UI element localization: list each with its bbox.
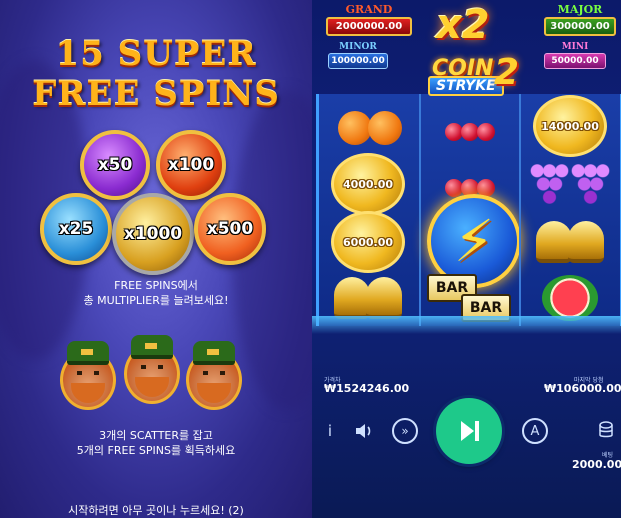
leprechaun-scatter-icon xyxy=(124,335,180,404)
reel-glow xyxy=(312,316,621,334)
multiplier-coin-x25: x25 xyxy=(40,193,112,265)
promo-panel[interactable]: 15 SUPER FREE SPINS x50 x100 x25 x1000 x… xyxy=(0,0,312,518)
cherry-icon xyxy=(477,123,495,141)
leprechaun-scatter-icon xyxy=(60,341,116,410)
win-multiplier: x2 xyxy=(436,2,490,48)
reel-3: 14000.00 xyxy=(519,94,619,326)
promo-desc-line2: 총 MULTIPLIER를 늘려보세요! xyxy=(83,294,229,307)
bet-value[interactable]: 2000.00 xyxy=(572,458,621,471)
game-panel: GRAND 2000000.00 MAJOR 300000.00 MINOR 1… xyxy=(312,0,621,518)
bell-icon xyxy=(366,277,402,319)
major-label: MAJOR xyxy=(557,3,603,16)
logo-stryke-text: STRYKE xyxy=(428,76,504,96)
logo-number: 2 xyxy=(494,52,520,93)
multiplier-coin-x1000: x1000 xyxy=(112,193,194,275)
coins-stack-icon[interactable] xyxy=(598,420,614,440)
mini-value: 50000.00 xyxy=(544,53,606,69)
coin-value: 6000.00 xyxy=(331,211,405,273)
coin-symbol: 14000.00 xyxy=(529,95,611,157)
continue-prompt[interactable]: 시작하려면 아무 곳이나 누르세요! (2) xyxy=(0,503,312,518)
jackpot-grand: GRAND 2000000.00 xyxy=(326,3,412,36)
sound-icon[interactable] xyxy=(352,420,376,442)
bell-symbol xyxy=(529,214,611,270)
bell-icon xyxy=(568,221,604,263)
multiplier-coin-x100: x100 xyxy=(156,130,226,200)
cherry-symbol xyxy=(429,104,511,160)
grape-icon xyxy=(529,162,570,206)
orange-icon xyxy=(338,111,372,145)
bell-icon xyxy=(536,221,572,263)
multiplier-coin-x50: x50 xyxy=(80,130,150,200)
reel-2: ⚡ BAR BAR xyxy=(419,94,521,326)
minor-value: 100000.00 xyxy=(328,53,388,69)
last-win-value: ₩106000.00 xyxy=(544,382,621,395)
leprechaun-scatter-icon xyxy=(186,341,242,410)
balance-value: ₩1524246.00 xyxy=(324,382,410,395)
mini-label: MINI xyxy=(561,42,589,52)
turbo-icon[interactable]: » xyxy=(392,418,418,444)
coin-value: 14000.00 xyxy=(533,95,607,157)
promo-title-line2: FREE SPINS xyxy=(32,74,280,114)
promo-desc-line1: FREE SPINS에서 xyxy=(114,279,198,292)
multiplier-coin-x500: x500 xyxy=(194,193,266,265)
grape-icon xyxy=(570,162,611,206)
watermelon-icon xyxy=(542,275,598,321)
scatter-desc-line1: 3개의 SCATTER를 잡고 xyxy=(99,429,213,442)
autoplay-icon[interactable]: A xyxy=(522,418,548,444)
jackpot-minor: MINOR 100000.00 xyxy=(328,42,388,69)
promo-title-line1: 15 SUPER xyxy=(55,34,257,74)
scatter-desc-line2: 5개의 FREE SPINS를 획득하세요 xyxy=(76,444,236,457)
spin-button[interactable] xyxy=(436,398,502,464)
reel-1: 4000.00 6000.00 xyxy=(319,94,417,326)
major-value: 300000.00 xyxy=(544,17,616,36)
jackpot-mini: MINI 50000.00 xyxy=(544,42,606,69)
coin-value: 4000.00 xyxy=(331,153,405,215)
coin-symbol: 6000.00 xyxy=(327,211,409,273)
jackpot-major: MAJOR 300000.00 xyxy=(544,3,616,36)
coin-symbol: 4000.00 xyxy=(327,153,409,215)
minor-label: MINOR xyxy=(339,42,377,52)
orange-icon xyxy=(368,111,402,145)
bell-icon xyxy=(334,277,370,319)
orange-symbol xyxy=(327,100,409,156)
reel-grid: 4000.00 6000.00 ⚡ BAR BAR 14000.00 xyxy=(316,94,621,326)
grape-symbol xyxy=(529,156,611,212)
grand-value: 2000000.00 xyxy=(326,17,412,36)
grand-label: GRAND xyxy=(345,3,393,16)
info-icon[interactable]: i xyxy=(322,420,338,442)
